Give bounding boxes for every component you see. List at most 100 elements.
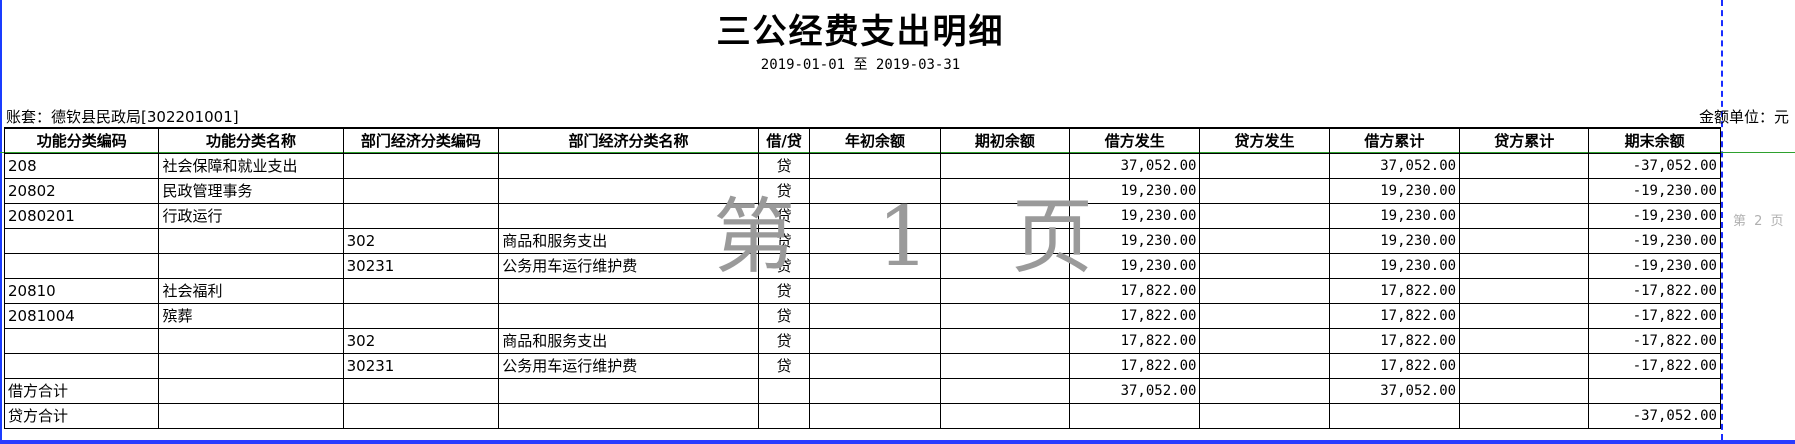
table-cell: 17,822.00 — [1069, 302, 1201, 329]
table-cell: 19,230.00 — [1328, 252, 1461, 279]
table-cell — [158, 402, 344, 429]
table-cell: 贷 — [757, 327, 811, 354]
table-cell — [809, 227, 941, 254]
table-cell — [1459, 202, 1590, 229]
table-cell: -19,230.00 — [1588, 252, 1721, 279]
table-cell — [158, 377, 344, 404]
table-cell: 公务用车运行维护费 — [498, 252, 759, 279]
table-cell: 民政管理事务 — [158, 177, 344, 204]
table-cell: 17,822.00 — [1069, 327, 1201, 354]
table-cell — [939, 152, 1071, 179]
table-cell — [809, 352, 941, 379]
column-header[interactable]: 借/贷 — [757, 127, 811, 154]
amount-unit-label: 金额单位：元 — [1698, 108, 1789, 126]
expense-detail-table: 功能分类编码 功能分类名称 部门经济分类编码 部门经济分类名称 借/贷 年初余额… — [3, 127, 1721, 429]
table-cell: 19,230.00 — [1069, 252, 1201, 279]
total-row[interactable]: 贷方合计 -37,052.00 — [3, 402, 1721, 429]
table-cell — [498, 377, 759, 404]
table-cell — [1459, 177, 1590, 204]
table-cell — [498, 152, 759, 179]
table-row[interactable]: 30231 公务用车运行维护费贷 17,822.00 17,822.00 -17,822… — [3, 352, 1721, 379]
table-cell — [1199, 402, 1330, 429]
table-cell — [809, 177, 941, 204]
table-cell: 殡葬 — [158, 302, 344, 329]
table-cell — [1459, 277, 1590, 304]
table-cell — [1199, 327, 1330, 354]
table-cell: 302 — [342, 227, 500, 254]
table-body: 208 社会保障和就业支出贷 37,052.00 37,052.00 -37,052.0… — [3, 152, 1721, 429]
table-cell: -19,230.00 — [1588, 227, 1721, 254]
table-cell: 17,822.00 — [1069, 277, 1201, 304]
table-row[interactable]: 302 商品和服务支出贷 17,822.00 17,822.00 -17,822.00 — [3, 327, 1721, 354]
table-cell — [1199, 227, 1330, 254]
table-cell: -37,052.00 — [1588, 152, 1721, 179]
table-cell — [1459, 227, 1590, 254]
column-header[interactable]: 借方发生 — [1069, 127, 1201, 154]
table-cell — [1199, 152, 1330, 179]
table-header-row: 功能分类编码 功能分类名称 部门经济分类编码 部门经济分类名称 借/贷 年初余额… — [3, 127, 1721, 154]
table-row[interactable]: 30231 公务用车运行维护费贷 19,230.00 19,230.00 -19,230… — [3, 252, 1721, 279]
table-cell — [939, 327, 1071, 354]
table-cell — [939, 377, 1071, 404]
table-cell — [498, 202, 759, 229]
table-cell: 2080201 — [3, 202, 160, 229]
column-header[interactable]: 期末余额 — [1588, 127, 1721, 154]
table-cell — [757, 402, 811, 429]
table-cell: 公务用车运行维护费 — [498, 352, 759, 379]
table-cell: -17,822.00 — [1588, 352, 1721, 379]
table-cell: 贷 — [757, 152, 811, 179]
table-cell — [498, 402, 759, 429]
table-cell: 37,052.00 — [1328, 152, 1461, 179]
table-cell: 行政运行 — [158, 202, 344, 229]
column-header[interactable]: 贷方发生 — [1199, 127, 1330, 154]
table-row[interactable]: 20810 社会福利 贷 17,822.00 17,822.00 -17,822.00 — [3, 277, 1721, 304]
table-row[interactable]: 302 商品和服务支出贷 19,230.00 19,230.00 -19,230.00 — [3, 227, 1721, 254]
table-cell: -19,230.00 — [1588, 202, 1721, 229]
column-header[interactable]: 年初余额 — [809, 127, 941, 154]
table-cell: 社会保障和就业支出 — [158, 152, 344, 179]
table-cell: 20810 — [3, 277, 160, 304]
table-cell: 19,230.00 — [1328, 227, 1461, 254]
table-cell — [939, 202, 1071, 229]
column-header[interactable]: 部门经济分类名称 — [498, 127, 759, 154]
table-cell: 贷 — [757, 177, 811, 204]
table-cell: 37,052.00 — [1069, 152, 1201, 179]
table-cell — [158, 327, 344, 354]
table-row[interactable]: 2081004 殡葬 贷 17,822.00 17,822.00 -17,822.00 — [3, 302, 1721, 329]
table-cell: 贷方合计 — [3, 402, 160, 429]
table-cell: 19,230.00 — [1328, 177, 1461, 204]
table-cell: 20802 — [3, 177, 160, 204]
table-row[interactable]: 20802 民政管理事务 贷 19,230.00 19,230.00 -19,230.00 — [3, 177, 1721, 204]
table-cell — [939, 277, 1071, 304]
column-header[interactable]: 贷方累计 — [1459, 127, 1590, 154]
window-bottom-border — [0, 440, 1795, 444]
table-cell — [1199, 177, 1330, 204]
table-cell: 19,230.00 — [1069, 227, 1201, 254]
next-page-label: 第 2 页 — [1733, 214, 1786, 229]
table-cell — [498, 302, 759, 329]
table-row[interactable]: 208 社会保障和就业支出 贷 37,052.00 37,052.00 -37,052.0… — [3, 152, 1721, 179]
table-cell — [1328, 402, 1461, 429]
table-cell: -17,822.00 — [1588, 277, 1721, 304]
table-cell: 贷 — [757, 352, 811, 379]
table-cell — [1459, 152, 1590, 179]
table-cell: -17,822.00 — [1588, 327, 1721, 354]
table-cell: 37,052.00 — [1069, 377, 1201, 404]
table-cell — [498, 177, 759, 204]
column-header[interactable]: 功能分类编码 — [3, 127, 160, 154]
column-header[interactable]: 期初余额 — [939, 127, 1071, 154]
column-header[interactable]: 功能分类名称 — [158, 127, 344, 154]
column-header[interactable]: 部门经济分类编码 — [342, 127, 500, 154]
table-cell: 302 — [342, 327, 500, 354]
table-cell — [3, 352, 160, 379]
column-header[interactable]: 借方累计 — [1328, 127, 1461, 154]
table-cell — [1069, 402, 1201, 429]
table-cell — [1199, 302, 1330, 329]
total-row[interactable]: 借方合计 37,052.00 37,052.00 — [3, 377, 1721, 404]
table-cell — [1199, 202, 1330, 229]
table-cell — [158, 352, 344, 379]
table-cell: 17,822.00 — [1328, 302, 1461, 329]
table-cell: 贷 — [757, 252, 811, 279]
table-row[interactable]: 2080201 行政运行 贷 19,230.00 19,230.00 -19,230.00 — [3, 202, 1721, 229]
table-cell — [3, 227, 160, 254]
